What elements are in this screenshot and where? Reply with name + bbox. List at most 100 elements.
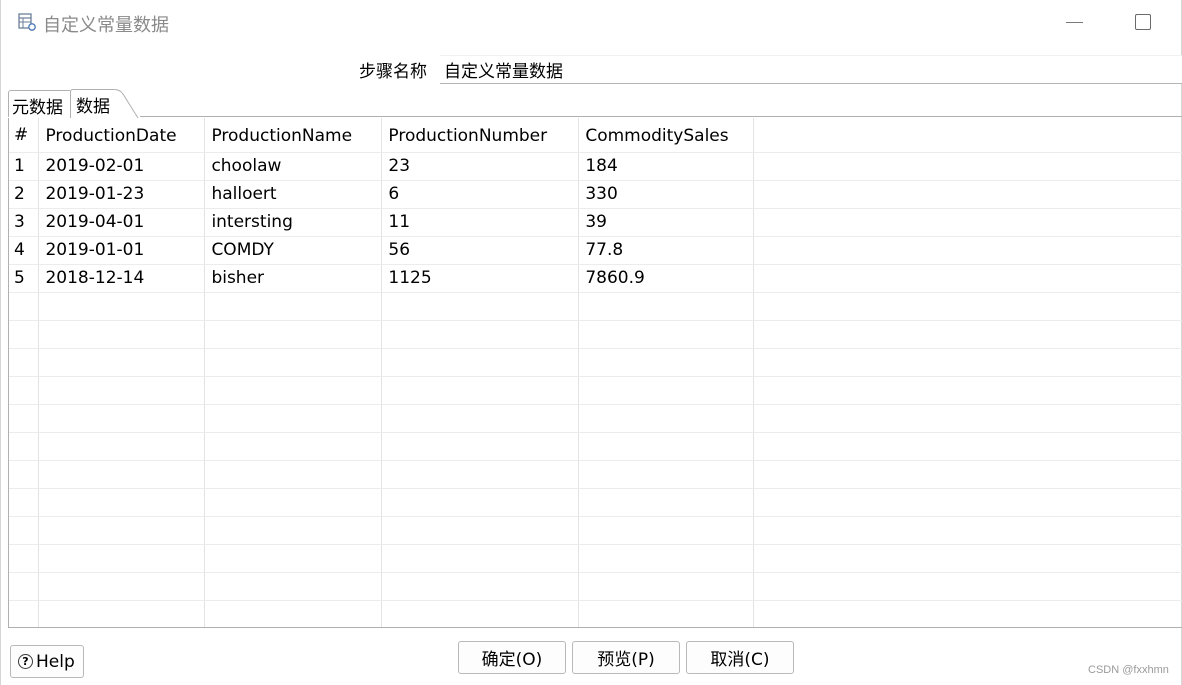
empty-cell [381,600,580,627]
row-index[interactable]: 3 [9,208,40,237]
data-grid: # ProductionDate ProductionName Producti… [8,118,1182,628]
watermark: CSDN @fxxhmn [1088,664,1169,676]
empty-cell [204,516,383,545]
table-row[interactable]: 1 2019-02-01 choolaw 23 184 [9,152,1182,181]
row-index[interactable]: 4 [9,236,40,265]
empty-cell [381,572,580,601]
empty-cell [578,432,755,461]
empty-cell [9,292,40,321]
row-index[interactable]: 1 [9,152,40,181]
production-date-cell[interactable]: 2019-02-01 [38,152,206,181]
empty-cell [753,488,1182,517]
production-number-cell[interactable]: 23 [381,152,580,181]
ok-button[interactable]: 确定(O) [458,641,566,674]
table-row[interactable]: 3 2019-04-01 intersting 11 39 [9,208,1182,237]
empty-cell [753,516,1182,545]
commodity-sales-cell[interactable]: 7860.9 [578,264,755,293]
empty-cell [578,600,755,627]
empty-cell [38,292,206,321]
tab-data[interactable]: 数据 [70,89,140,119]
row-filler-cell [753,264,1182,293]
table-row[interactable]: 2 2019-01-23 halloert 6 330 [9,180,1182,209]
production-number-cell[interactable]: 56 [381,236,580,265]
production-number-cell[interactable]: 11 [381,208,580,237]
production-name-cell[interactable]: intersting [204,208,383,237]
production-number-cell[interactable]: 6 [381,180,580,209]
maximize-icon[interactable] [1135,14,1151,30]
empty-table-row [9,348,1182,377]
column-header-production-name[interactable]: ProductionName [204,118,383,153]
empty-cell [9,432,40,461]
empty-cell [578,404,755,433]
empty-cell [381,516,580,545]
production-date-cell[interactable]: 2019-01-01 [38,236,206,265]
commodity-sales-cell[interactable]: 184 [578,152,755,181]
empty-cell [381,544,580,573]
data-table: # ProductionDate ProductionName Producti… [9,118,1182,627]
empty-table-row [9,320,1182,349]
commodity-sales-cell[interactable]: 39 [578,208,755,237]
empty-table-row [9,432,1182,461]
empty-cell [753,460,1182,489]
step-name-label: 步骤名称 [359,62,427,82]
empty-cell [9,376,40,405]
help-button[interactable]: ? Help [10,645,84,678]
commodity-sales-cell[interactable]: 77.8 [578,236,755,265]
tab-metadata[interactable]: 元数据 [8,90,70,118]
empty-table-row [9,404,1182,433]
empty-cell [578,320,755,349]
column-header-index[interactable]: # [9,118,40,153]
empty-table-row [9,600,1182,627]
window-title: 自定义常量数据 [43,15,169,36]
dialog-window: 自定义常量数据 步骤名称 元数据 数据 # ProductionDate [0,0,1182,685]
empty-cell [9,460,40,489]
commodity-sales-cell[interactable]: 330 [578,180,755,209]
empty-cell [38,348,206,377]
column-header-commodity-sales[interactable]: CommoditySales [578,118,755,153]
empty-cell [753,376,1182,405]
empty-table-row [9,488,1182,517]
empty-cell [578,292,755,321]
minimize-icon[interactable] [1066,12,1084,32]
empty-cell [9,516,40,545]
empty-cell [38,488,206,517]
empty-cell [204,292,383,321]
table-row[interactable]: 5 2018-12-14 bisher 1125 7860.9 [9,264,1182,293]
production-date-cell[interactable]: 2019-01-23 [38,180,206,209]
empty-cell [381,320,580,349]
empty-cell [9,488,40,517]
row-filler-cell [753,180,1182,209]
empty-cell [753,348,1182,377]
empty-cell [38,516,206,545]
empty-table-row [9,516,1182,545]
tab-data-label: 数据 [76,97,110,117]
production-number-cell[interactable]: 1125 [381,264,580,293]
row-filler-cell [753,236,1182,265]
step-name-input[interactable] [440,55,1182,84]
empty-cell [578,376,755,405]
production-name-cell[interactable]: choolaw [204,152,383,181]
tab-baseline [8,116,1182,117]
row-index[interactable]: 5 [9,264,40,293]
empty-cell [9,572,40,601]
empty-cell [753,600,1182,627]
empty-cell [9,320,40,349]
empty-cell [381,460,580,489]
empty-table-row [9,292,1182,321]
production-name-cell[interactable]: bisher [204,264,383,293]
column-header-production-number[interactable]: ProductionNumber [381,118,580,153]
help-button-label: Help [36,651,75,672]
production-name-cell[interactable]: COMDY [204,236,383,265]
row-index[interactable]: 2 [9,180,40,209]
empty-cell [38,376,206,405]
production-date-cell[interactable]: 2018-12-14 [38,264,206,293]
cancel-button[interactable]: 取消(C) [686,641,794,674]
empty-cell [204,320,383,349]
production-name-cell[interactable]: halloert [204,180,383,209]
production-date-cell[interactable]: 2019-04-01 [38,208,206,237]
table-row[interactable]: 4 2019-01-01 COMDY 56 77.8 [9,236,1182,265]
preview-button[interactable]: 预览(P) [572,641,680,674]
empty-cell [204,348,383,377]
empty-cell [753,572,1182,601]
column-header-production-date[interactable]: ProductionDate [38,118,206,153]
